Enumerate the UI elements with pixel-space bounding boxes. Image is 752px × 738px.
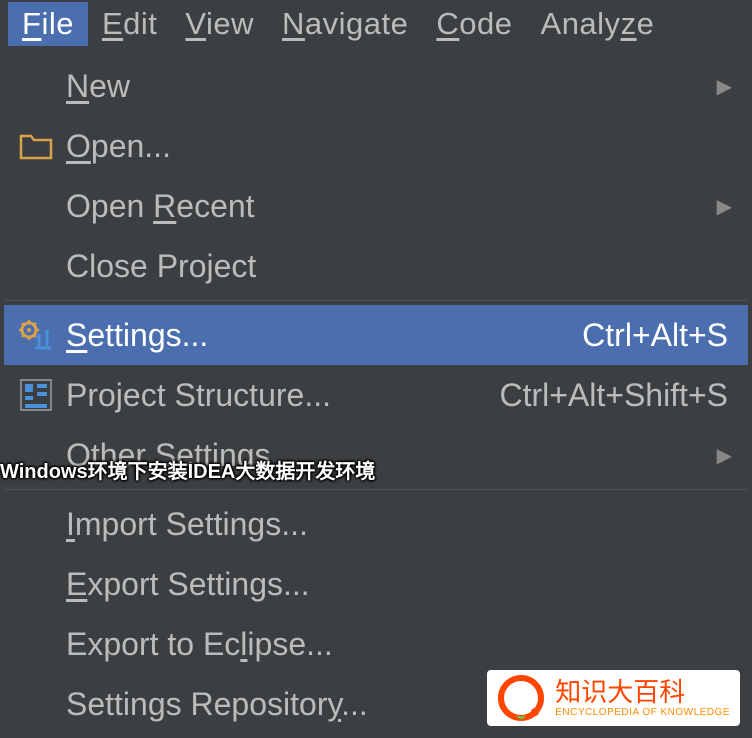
menubar-item-navigate[interactable]: Navigate bbox=[268, 2, 422, 46]
watermark-chinese: 知识大百科 bbox=[555, 678, 730, 707]
menu-icon-empty bbox=[14, 244, 58, 288]
settings-icon bbox=[14, 313, 58, 357]
menubar-item-view[interactable]: View bbox=[171, 2, 268, 46]
menu-item-close-project[interactable]: Close Project bbox=[4, 236, 748, 296]
overlay-caption: Windows环境下安装IDEA大数据开发环境 bbox=[0, 455, 375, 484]
menubar: FileEditViewNavigateCodeAnalyze bbox=[0, 0, 752, 48]
menu-shortcut: Ctrl+Alt+S bbox=[582, 317, 732, 354]
menu-item-open-recent[interactable]: Open Recent ▶ bbox=[4, 176, 748, 236]
menu-label: Open... bbox=[66, 128, 732, 165]
watermark: 知识大百科 ENCYCLOPEDIA OF KNOWLEDGE bbox=[487, 670, 740, 726]
menu-item-import-settings---[interactable]: Import Settings... bbox=[4, 494, 748, 554]
menu-icon-empty bbox=[14, 502, 58, 546]
menu-separator bbox=[4, 489, 748, 490]
menu-item-settings---[interactable]: Settings...Ctrl+Alt+S bbox=[4, 305, 748, 365]
menu-icon-empty bbox=[14, 184, 58, 228]
menu-label: Export Settings... bbox=[66, 566, 732, 603]
menu-item-open---[interactable]: Open... bbox=[4, 116, 748, 176]
menu-icon-empty bbox=[14, 64, 58, 108]
submenu-arrow-icon: ▶ bbox=[717, 443, 732, 468]
submenu-arrow-icon: ▶ bbox=[717, 74, 732, 99]
submenu-arrow-icon: ▶ bbox=[717, 194, 732, 219]
menu-label: Open Recent bbox=[66, 188, 709, 225]
structure-icon bbox=[14, 373, 58, 417]
menu-label: Export to Eclipse... bbox=[66, 626, 732, 663]
menubar-item-edit[interactable]: Edit bbox=[88, 2, 171, 46]
menubar-item-file[interactable]: File bbox=[8, 2, 88, 46]
watermark-text: 知识大百科 ENCYCLOPEDIA OF KNOWLEDGE bbox=[555, 678, 730, 718]
menu-label: Project Structure... bbox=[66, 377, 499, 414]
menu-item-export-to-eclipse---[interactable]: Export to Eclipse... bbox=[4, 614, 748, 674]
menu-icon-empty bbox=[14, 622, 58, 666]
menu-separator bbox=[4, 300, 748, 301]
folder-icon bbox=[14, 124, 58, 168]
menu-shortcut: Ctrl+Alt+Shift+S bbox=[499, 377, 732, 414]
watermark-logo-icon bbox=[497, 674, 545, 722]
watermark-english: ENCYCLOPEDIA OF KNOWLEDGE bbox=[555, 707, 730, 718]
menu-icon-empty bbox=[14, 562, 58, 606]
menu-label: Settings... bbox=[66, 317, 582, 354]
menu-label: Close Project bbox=[66, 248, 732, 285]
menu-item-project-structure---[interactable]: Project Structure...Ctrl+Alt+Shift+S bbox=[4, 365, 748, 425]
file-menu-dropdown: New ▶ Open... Open Recent ▶ Close Project Sett… bbox=[4, 48, 748, 734]
menu-item-new[interactable]: New ▶ bbox=[4, 56, 748, 116]
menu-label: New bbox=[66, 68, 709, 105]
menu-item-export-settings---[interactable]: Export Settings... bbox=[4, 554, 748, 614]
menubar-item-analyze[interactable]: Analyze bbox=[527, 2, 669, 46]
menu-label: Import Settings... bbox=[66, 506, 732, 543]
menubar-item-code[interactable]: Code bbox=[422, 2, 526, 46]
menu-icon-empty bbox=[14, 682, 58, 726]
